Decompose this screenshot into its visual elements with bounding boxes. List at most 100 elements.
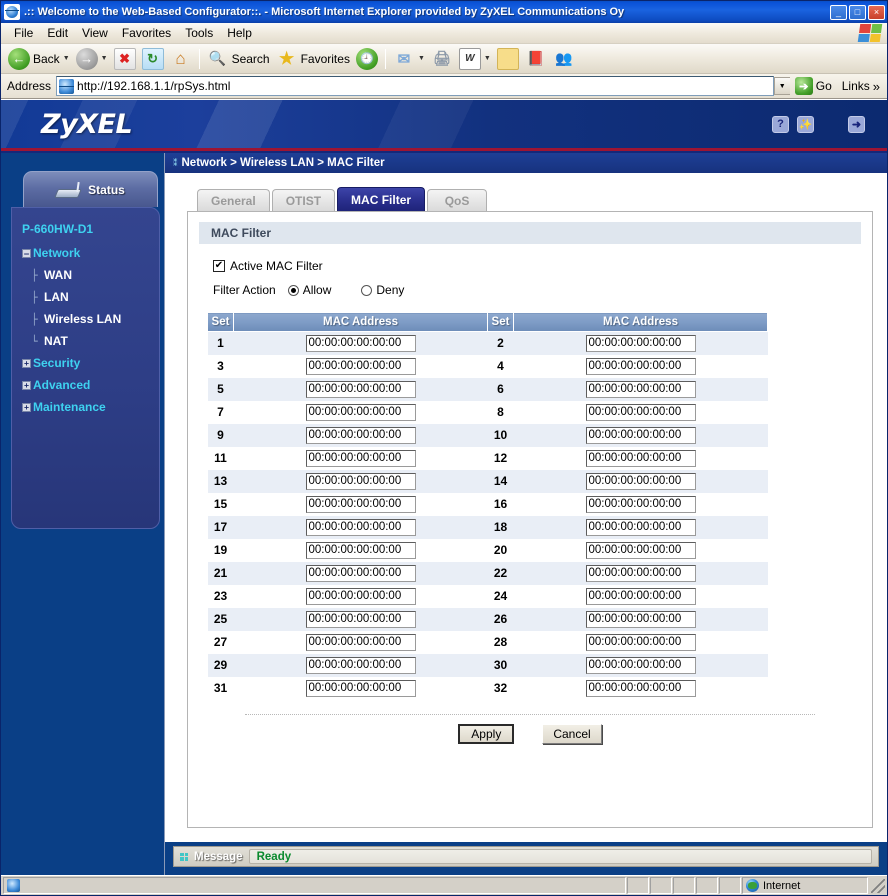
sidebar-item-network[interactable]: – Network [22, 242, 159, 264]
mac-input[interactable] [585, 587, 696, 605]
mac-input[interactable] [305, 449, 416, 467]
maximize-button[interactable]: □ [849, 4, 866, 20]
tab-qos[interactable]: QoS [427, 189, 488, 211]
mac-input[interactable] [585, 518, 696, 536]
close-button[interactable]: × [868, 4, 885, 20]
ie-browser-window: .:: Welcome to the Web-Based Configurato… [0, 0, 888, 896]
minimize-button[interactable]: _ [830, 4, 847, 20]
mail-dropdown-caret-icon[interactable]: ▼ [418, 55, 425, 62]
active-mac-filter-checkbox[interactable]: ✔ [213, 260, 225, 272]
print-button[interactable]: 🖨 [428, 46, 456, 72]
sidebar-item-lan[interactable]: ├ LAN [22, 286, 159, 308]
mac-input[interactable] [305, 679, 416, 697]
sidebar-item-wan[interactable]: ├ WAN [22, 264, 159, 286]
resize-grip[interactable] [871, 878, 885, 893]
sidebar-item-nat[interactable]: └ NAT [22, 330, 159, 352]
stop-button[interactable]: ✖ [111, 46, 139, 72]
menu-tools[interactable]: Tools [178, 24, 220, 42]
history-button[interactable]: 🕘 [353, 46, 381, 72]
tab-mac-filter[interactable]: MAC Filter [337, 187, 426, 211]
menu-view[interactable]: View [75, 24, 115, 42]
tab-otist[interactable]: OTIST [271, 189, 336, 211]
logout-icon[interactable]: ➜ [848, 115, 865, 133]
expand-icon[interactable]: + [22, 402, 31, 412]
mac-input[interactable] [585, 403, 696, 421]
notes-button[interactable]: ▯ [494, 46, 522, 72]
forward-dropdown-caret-icon[interactable]: ▼ [101, 55, 108, 62]
mac-input[interactable] [585, 495, 696, 513]
wizard-icon[interactable]: ✨ [797, 115, 814, 133]
sidebar-item-security[interactable]: + Security [22, 352, 159, 374]
sidebar-label-nat: NAT [44, 334, 68, 348]
sidebar-item-wireless-lan[interactable]: ├ Wireless LAN [22, 308, 159, 330]
mac-input[interactable] [305, 656, 416, 674]
header-mac-left: MAC Address [233, 312, 488, 332]
mac-input[interactable] [585, 633, 696, 651]
mac-input[interactable] [585, 334, 696, 352]
mac-input[interactable] [305, 518, 416, 536]
mac-input[interactable] [585, 380, 696, 398]
help-icon[interactable]: ? [772, 115, 789, 133]
panel-heading: MAC Filter [199, 222, 861, 244]
expand-icon[interactable]: + [22, 380, 31, 390]
back-dropdown-caret-icon[interactable]: ▼ [63, 55, 70, 62]
mac-input[interactable] [305, 633, 416, 651]
mac-input[interactable] [305, 587, 416, 605]
page-favicon-icon [59, 78, 75, 94]
apply-button[interactable]: Apply [458, 723, 515, 744]
filter-action-deny-radio[interactable] [361, 284, 373, 296]
mac-input[interactable] [305, 426, 416, 444]
statusbar-pane-3 [673, 877, 695, 894]
mac-input[interactable] [305, 472, 416, 490]
statusbar-security-zone[interactable]: Internet [742, 877, 868, 894]
back-button[interactable]: ← Back ▼ [5, 46, 73, 72]
research-button[interactable]: 📕 [522, 46, 550, 72]
edit-button[interactable]: W ▼ [456, 46, 494, 72]
menu-edit[interactable]: Edit [40, 24, 75, 42]
address-input[interactable]: http://192.168.1.1/rpSys.html [56, 76, 774, 96]
filter-action-allow-radio[interactable] [287, 284, 299, 296]
forward-button[interactable]: → ▼ [73, 46, 111, 72]
mac-input[interactable] [305, 610, 416, 628]
mac-input[interactable] [585, 426, 696, 444]
menu-favorites[interactable]: Favorites [115, 24, 178, 42]
mac-input[interactable] [305, 380, 416, 398]
home-button[interactable]: ⌂ [167, 46, 195, 72]
mac-input[interactable] [305, 334, 416, 352]
expand-icon[interactable]: + [22, 358, 31, 368]
menu-file[interactable]: File [7, 24, 40, 42]
mac-input[interactable] [585, 656, 696, 674]
sidebar-item-maintenance[interactable]: + Maintenance [22, 396, 159, 418]
mac-input[interactable] [585, 564, 696, 582]
mac-input[interactable] [585, 449, 696, 467]
cancel-button[interactable]: Cancel [542, 723, 602, 744]
mac-input[interactable] [305, 564, 416, 582]
mac-input[interactable] [305, 357, 416, 375]
mac-input[interactable] [585, 679, 696, 697]
collapse-icon[interactable]: – [22, 248, 31, 258]
go-button[interactable]: ➔ Go [790, 77, 838, 95]
messenger-button[interactable]: 👥 [550, 46, 578, 72]
mac-input[interactable] [585, 541, 696, 559]
tab-general[interactable]: General [197, 189, 270, 211]
mac-input[interactable] [305, 403, 416, 421]
mac-input[interactable] [305, 541, 416, 559]
address-dropdown-button[interactable]: ▼ [773, 77, 790, 95]
sidebar-item-status[interactable]: Status [23, 171, 158, 207]
main-content: ⁑ Network > Wireless LAN > MAC Filter Ge… [164, 153, 887, 875]
statusbar-pane-5 [719, 877, 741, 894]
active-mac-filter-row[interactable]: ✔ Active MAC Filter [213, 256, 861, 276]
favorites-button[interactable]: ★ Favorites [273, 46, 353, 72]
mac-input[interactable] [305, 495, 416, 513]
menu-help[interactable]: Help [220, 24, 259, 42]
mail-button[interactable]: ✉ ▼ [390, 46, 428, 72]
links-button[interactable]: Links » [838, 79, 884, 94]
refresh-button[interactable]: ↻ [139, 46, 167, 72]
sidebar-item-advanced[interactable]: + Advanced [22, 374, 159, 396]
edit-dropdown-caret-icon[interactable]: ▼ [484, 55, 491, 62]
search-button[interactable]: 🔍 Search [204, 46, 273, 72]
mac-input[interactable] [585, 610, 696, 628]
mac-input[interactable] [585, 472, 696, 490]
mac-input[interactable] [585, 357, 696, 375]
go-label: Go [815, 79, 832, 93]
